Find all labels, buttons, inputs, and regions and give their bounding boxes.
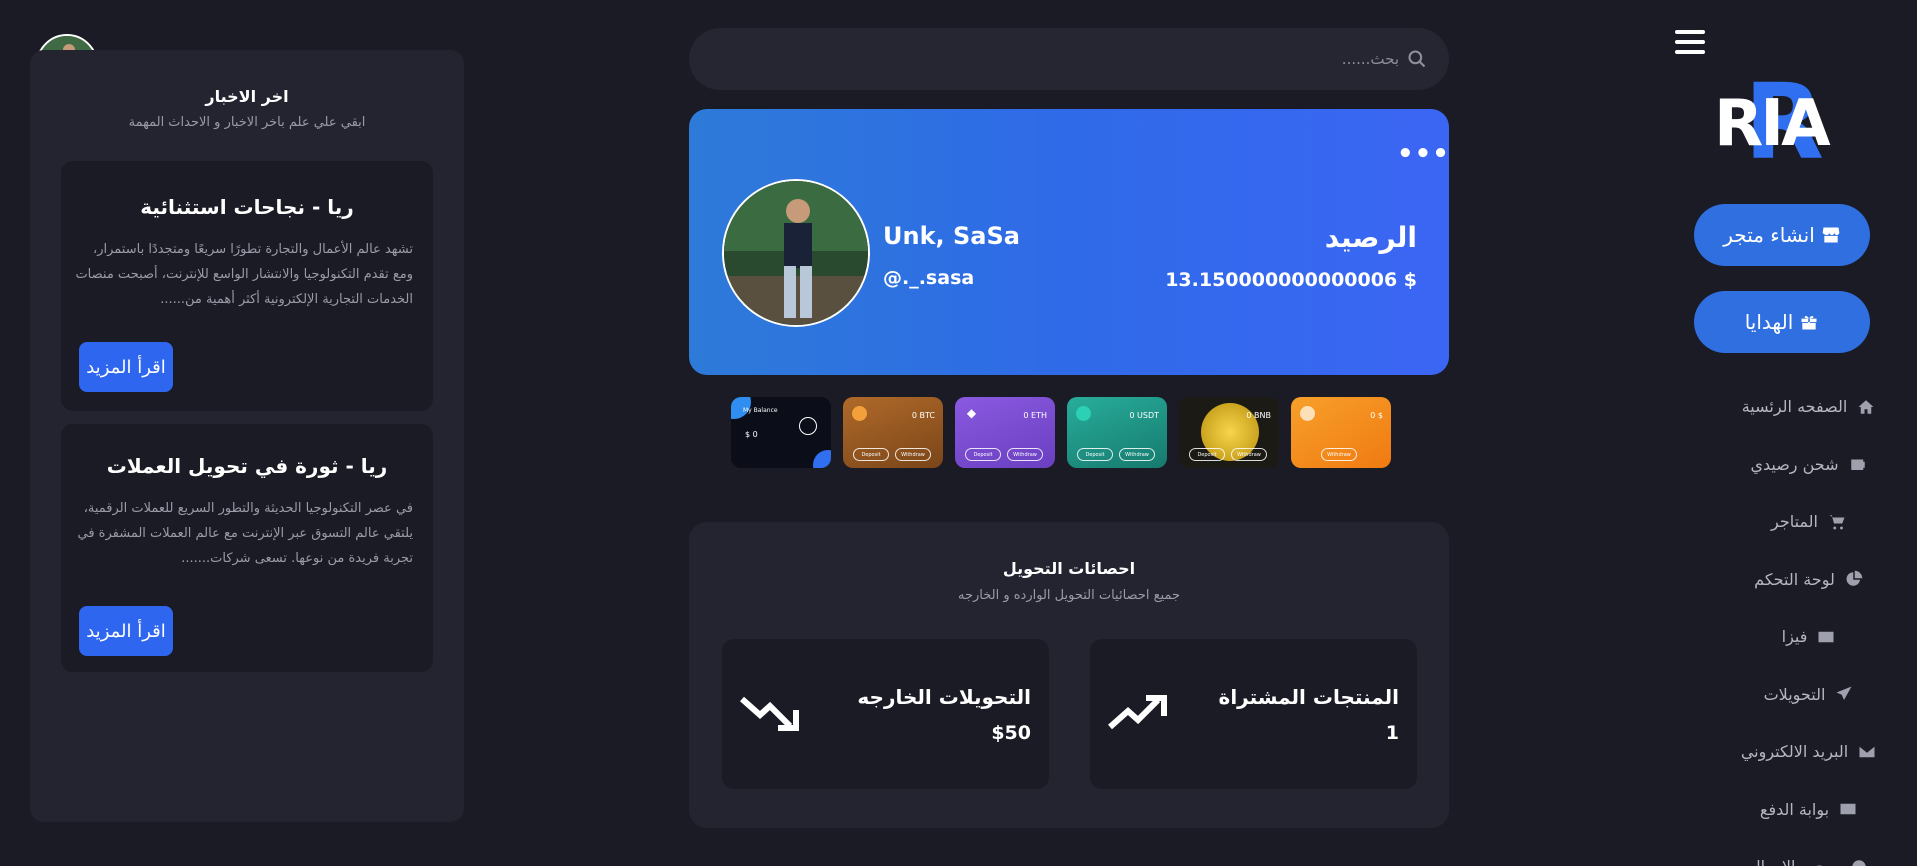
sidebar-nav: الصفحه الرئسية شحن رصيدي المتاجر لوحة ال… (1670, 378, 1917, 866)
logo[interactable]: R RIA (1714, 70, 1844, 174)
gift-icon (1801, 316, 1817, 330)
wallet-name: 0 $ (1370, 411, 1383, 420)
trending-up-icon (1108, 695, 1167, 730)
avatar[interactable] (722, 179, 870, 327)
withdraw-button[interactable]: Withdraw (1231, 448, 1267, 461)
create-store-button[interactable]: انشاء متجر (1694, 204, 1870, 266)
wallet-card-eth[interactable]: ◆ 0 ETH Deposit Withdraw (955, 397, 1055, 468)
sidebar-item-dashboard[interactable]: لوحة التحكم (1670, 551, 1917, 609)
stats-title: احصائات التحويل (1002, 559, 1136, 578)
credit-card-icon (1818, 631, 1834, 642)
pie-chart-icon (1846, 571, 1863, 586)
search-input[interactable] (799, 50, 1399, 68)
sidebar-item-withdraw[interactable]: سحب الاموال (1670, 838, 1917, 866)
deposit-button[interactable]: Deposit (853, 448, 889, 461)
withdraw-button[interactable]: Withdraw (1119, 448, 1155, 461)
article-title: ريا - ثورة في تحويل العملات (106, 454, 388, 478)
wallet-card-my-balance[interactable]: My Balance $ 0 (731, 397, 831, 468)
deposit-button[interactable]: Deposit (1189, 448, 1225, 461)
deposit-button[interactable]: Deposit (1077, 448, 1113, 461)
user-icon (799, 417, 817, 435)
user-handle: @._.sasa (883, 267, 975, 289)
bitcoin-icon (852, 406, 867, 421)
sidebar-item-home[interactable]: الصفحه الرئسية (1670, 378, 1917, 436)
withdraw-button[interactable]: Withdraw (1007, 448, 1043, 461)
article-body: في عصر التكنولوجيا الحديثة والتطور السري… (77, 501, 413, 566)
wallet-icon (1850, 459, 1865, 471)
gifts-label: الهدايا (1744, 310, 1794, 334)
wallet-name: 0 ETH (1023, 411, 1047, 420)
wallet-name: My Balance (743, 407, 778, 414)
sidebar-item-payment-gateway[interactable]: بوابة الدفع (1670, 781, 1917, 839)
sidebar: R RIA انشاء متجر الهدايا الصفحه الرئسية … (1670, 0, 1917, 866)
wallet-card-usdt[interactable]: 0 USDT Deposit Withdraw (1067, 397, 1167, 468)
wallet-name: 0 BTC (911, 411, 935, 420)
withdraw-button[interactable]: Withdraw (895, 448, 931, 461)
news-article: ريا - ثورة في تحويل العملات في عصر التكن… (61, 424, 433, 672)
transfer-stats-panel: احصائات التحويل جميع احصائيات التحويل ال… (689, 522, 1449, 828)
search-bar[interactable] (689, 28, 1449, 90)
dollar-icon (1300, 406, 1315, 421)
wallet-name: 0 USDT (1129, 411, 1159, 420)
envelope-icon (1859, 746, 1875, 757)
create-store-label: انشاء متجر (1723, 223, 1815, 247)
purchased-label: المنتجات المشتراة (1218, 685, 1399, 709)
search-icon (1408, 50, 1426, 68)
tether-icon (1076, 406, 1091, 421)
sidebar-item-email[interactable]: البريد الالكتروني (1670, 723, 1917, 781)
home-icon (1858, 400, 1874, 414)
menu-icon[interactable] (1675, 30, 1705, 56)
sidebar-item-recharge[interactable]: شحن رصيدي (1670, 436, 1917, 494)
ethereum-icon: ◆ (966, 406, 977, 420)
news-subtitle: ابقي علي علم باخر الاخبار و الاحداث المه… (128, 115, 366, 130)
wallet-name: 0 BNB (1246, 411, 1271, 420)
outgoing-label: التحويلات الخارجه (857, 685, 1031, 709)
deposit-button[interactable]: Deposit (965, 448, 1001, 461)
purchased-products-card: المنتجات المشتراة 1 (1090, 639, 1417, 789)
balance-card: ••• Unk, SaSa @._.sasa الرصيد 13.1500000… (689, 109, 1449, 375)
read-more-button[interactable]: اقرأ المزيد (79, 606, 173, 656)
wallet-card-bnb[interactable]: 0 BNB Deposit Withdraw (1179, 397, 1279, 468)
sidebar-item-stores[interactable]: المتاجر (1670, 493, 1917, 551)
wallet-card-usd[interactable]: 0 $ Withdraw (1291, 397, 1391, 468)
news-article: ريا - نجاحات استثنائية تشهد عالم الأعمال… (61, 161, 433, 411)
sidebar-item-visa[interactable]: فيزا (1670, 608, 1917, 666)
cart-icon (1829, 515, 1845, 530)
article-body: تشهد عالم الأعمال والتجارة تطورًا سريعًا… (75, 242, 413, 307)
trending-down-icon (740, 696, 799, 731)
send-icon (1836, 686, 1852, 701)
sidebar-item-transfers[interactable]: التحويلات (1670, 666, 1917, 724)
gifts-button[interactable]: الهدايا (1694, 291, 1870, 353)
purchased-value: 1 (1385, 722, 1399, 744)
money-icon (1852, 860, 1866, 866)
balance-value: 13.150000000000006 $ (1165, 269, 1417, 291)
news-title: اخر الاخبار (205, 87, 289, 106)
more-options-icon[interactable]: ••• (1397, 141, 1449, 167)
article-title: ريا - نجاحات استثنائية (140, 195, 354, 219)
outgoing-value: $50 (991, 722, 1031, 744)
stats-subtitle: جميع احصائيات التحويل الوارده و الخارجه (957, 588, 1180, 603)
balance-label: الرصيد (1324, 221, 1417, 254)
read-more-button[interactable]: اقرأ المزيد (79, 342, 173, 392)
news-panel: اخر الاخبار ابقي علي علم باخر الاخبار و … (30, 50, 464, 822)
wallet-card-btc[interactable]: 0 BTC Deposit Withdraw (843, 397, 943, 468)
outgoing-transfers-card: التحويلات الخارجه $50 (722, 639, 1049, 789)
wallet-value: $ 0 (745, 430, 758, 439)
store-icon (1822, 227, 1840, 243)
withdraw-button[interactable]: Withdraw (1321, 448, 1357, 461)
wallet-cards: My Balance $ 0 0 BTC Deposit Withdraw ◆ 0… (731, 397, 1395, 468)
payment-card-icon (1840, 804, 1856, 815)
user-name: Unk, SaSa (883, 222, 1020, 250)
